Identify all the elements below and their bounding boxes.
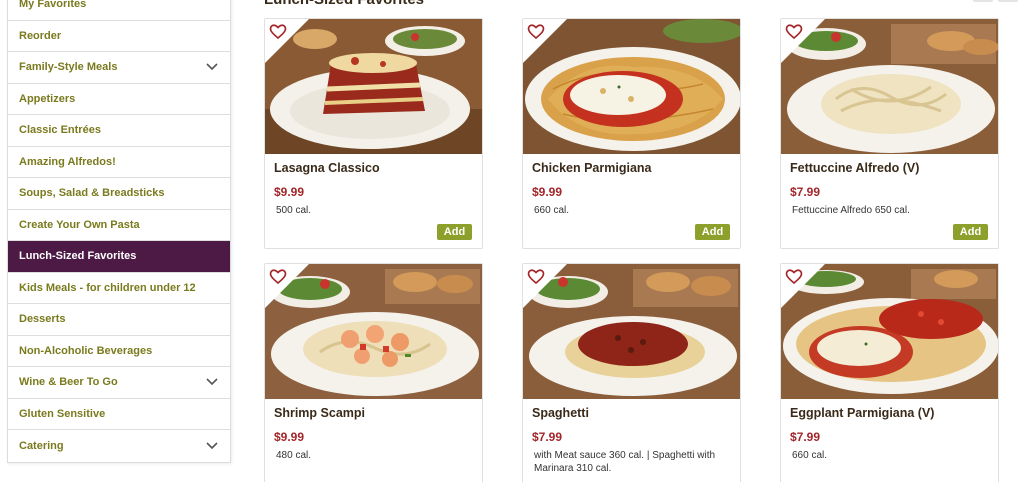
- chevron-down-icon[interactable]: [205, 439, 219, 453]
- heart-outline-icon[interactable]: [269, 268, 287, 286]
- sidebar-item-create-your-own-pasta[interactable]: Create Your Own Pasta: [8, 210, 230, 241]
- dish-photo-scampi: [265, 264, 482, 399]
- menu-item-name: Eggplant Parmigiana (V): [790, 406, 935, 420]
- heart-outline-icon[interactable]: [527, 268, 545, 286]
- dish-photo-eggplant: [781, 264, 998, 399]
- add-button[interactable]: Add: [437, 224, 472, 240]
- sidebar-item-my-favorites[interactable]: My Favorites: [8, 0, 230, 21]
- heart-outline-icon[interactable]: [785, 268, 803, 286]
- sidebar-item-non-alcoholic-beverages[interactable]: Non-Alcoholic Beverages: [8, 336, 230, 367]
- menu-item-name: Shrimp Scampi: [274, 406, 365, 420]
- menu-item-price: $9.99: [274, 185, 305, 199]
- dish-photo-alfredo: [781, 19, 998, 154]
- menu-item-calories: with Meat sauce 360 cal. | Spaghetti wit…: [534, 450, 716, 474]
- sidebar-item-catering[interactable]: Catering: [8, 430, 230, 462]
- menu-item-card[interactable]: Lasagna Classico $9.99 500 cal. Add: [264, 18, 483, 249]
- sidebar-item-label: Amazing Alfredos!: [19, 155, 116, 168]
- sidebar-item-lunch-sized-favorites[interactable]: Lunch-Sized Favorites: [8, 241, 230, 273]
- menu-item-calories: 500 cal.: [276, 205, 312, 216]
- sidebar-item-wine-beer-to-go[interactable]: Wine & Beer To Go: [8, 367, 230, 399]
- sidebar-item-soups-salad-breadsticks[interactable]: Soups, Salad & Breadsticks: [8, 178, 230, 210]
- menu-item-calories: 660 cal.: [792, 450, 828, 461]
- section-title: Lunch-Sized Favorites: [264, 0, 424, 8]
- sidebar-item-label: Catering: [19, 439, 64, 452]
- view-toggle-button[interactable]: [998, 0, 1018, 2]
- chevron-down-icon[interactable]: [205, 60, 219, 74]
- menu-item-card[interactable]: Shrimp Scampi $9.99 480 cal.: [264, 263, 483, 482]
- menu-category-sidebar: My Favorites Reorder Family-Style Meals …: [7, 0, 231, 463]
- menu-item-card[interactable]: Chicken Parmigiana $9.99 660 cal. Add: [522, 18, 741, 249]
- sidebar-item-label: Gluten Sensitive: [19, 407, 106, 420]
- sidebar-item-label: Soups, Salad & Breadsticks: [19, 187, 165, 200]
- menu-item-card[interactable]: Eggplant Parmigiana (V) $7.99 660 cal.: [780, 263, 999, 482]
- heart-outline-icon[interactable]: [785, 23, 803, 41]
- menu-item-price: $9.99: [532, 185, 563, 199]
- menu-item-name: Lasagna Classico: [274, 161, 380, 175]
- dish-photo-lasagna: [265, 19, 482, 154]
- menu-item-price: $7.99: [790, 430, 821, 444]
- dish-photo-chicken-parm: [523, 19, 740, 154]
- menu-item-calories: 660 cal.: [534, 205, 570, 216]
- sidebar-item-reorder[interactable]: Reorder: [8, 21, 230, 52]
- heart-outline-icon[interactable]: [527, 23, 545, 41]
- add-button[interactable]: Add: [695, 224, 730, 240]
- sidebar-item-kids-meals[interactable]: Kids Meals - for children under 12: [8, 273, 230, 304]
- sidebar-item-label: My Favorites: [19, 0, 87, 11]
- sidebar-item-amazing-alfredos[interactable]: Amazing Alfredos!: [8, 147, 230, 178]
- menu-item-card[interactable]: Spaghetti $7.99 with Meat sauce 360 cal.…: [522, 263, 741, 482]
- menu-item-card[interactable]: Fettuccine Alfredo (V) $7.99 Fettuccine …: [780, 18, 999, 249]
- sidebar-item-label: Lunch-Sized Favorites: [19, 250, 137, 263]
- dish-photo-spaghetti: [523, 264, 740, 399]
- menu-item-name: Chicken Parmigiana: [532, 161, 652, 175]
- sidebar-item-label: Family-Style Meals: [19, 61, 118, 74]
- sidebar-item-label: Desserts: [19, 313, 66, 326]
- sidebar-item-label: Reorder: [19, 29, 62, 42]
- menu-item-calories: Fettuccine Alfredo 650 cal.: [792, 205, 910, 216]
- sidebar-item-classic-entrees[interactable]: Classic Entrées: [8, 115, 230, 147]
- chevron-down-icon[interactable]: [205, 375, 219, 389]
- heart-outline-icon[interactable]: [269, 23, 287, 41]
- menu-item-price: $7.99: [532, 430, 563, 444]
- sidebar-item-gluten-sensitive[interactable]: Gluten Sensitive: [8, 399, 230, 430]
- sidebar-item-label: Create Your Own Pasta: [19, 218, 140, 231]
- menu-item-name: Spaghetti: [532, 406, 589, 420]
- sidebar-item-desserts[interactable]: Desserts: [8, 304, 230, 336]
- menu-item-calories: 480 cal.: [276, 450, 312, 461]
- sidebar-item-label: Appetizers: [19, 92, 76, 105]
- sidebar-item-label: Classic Entrées: [19, 124, 101, 137]
- sidebar-item-label: Wine & Beer To Go: [19, 376, 118, 389]
- menu-item-price: $9.99: [274, 430, 305, 444]
- menu-item-name: Fettuccine Alfredo (V): [790, 161, 920, 175]
- menu-item-price: $7.99: [790, 185, 821, 199]
- sidebar-item-label: Kids Meals - for children under 12: [19, 281, 196, 294]
- sidebar-item-appetizers[interactable]: Appetizers: [8, 84, 230, 115]
- sidebar-item-family-style-meals[interactable]: Family-Style Meals: [8, 52, 230, 84]
- add-button[interactable]: Add: [953, 224, 988, 240]
- view-toggle-button[interactable]: [973, 0, 993, 2]
- sidebar-item-label: Non-Alcoholic Beverages: [19, 344, 153, 357]
